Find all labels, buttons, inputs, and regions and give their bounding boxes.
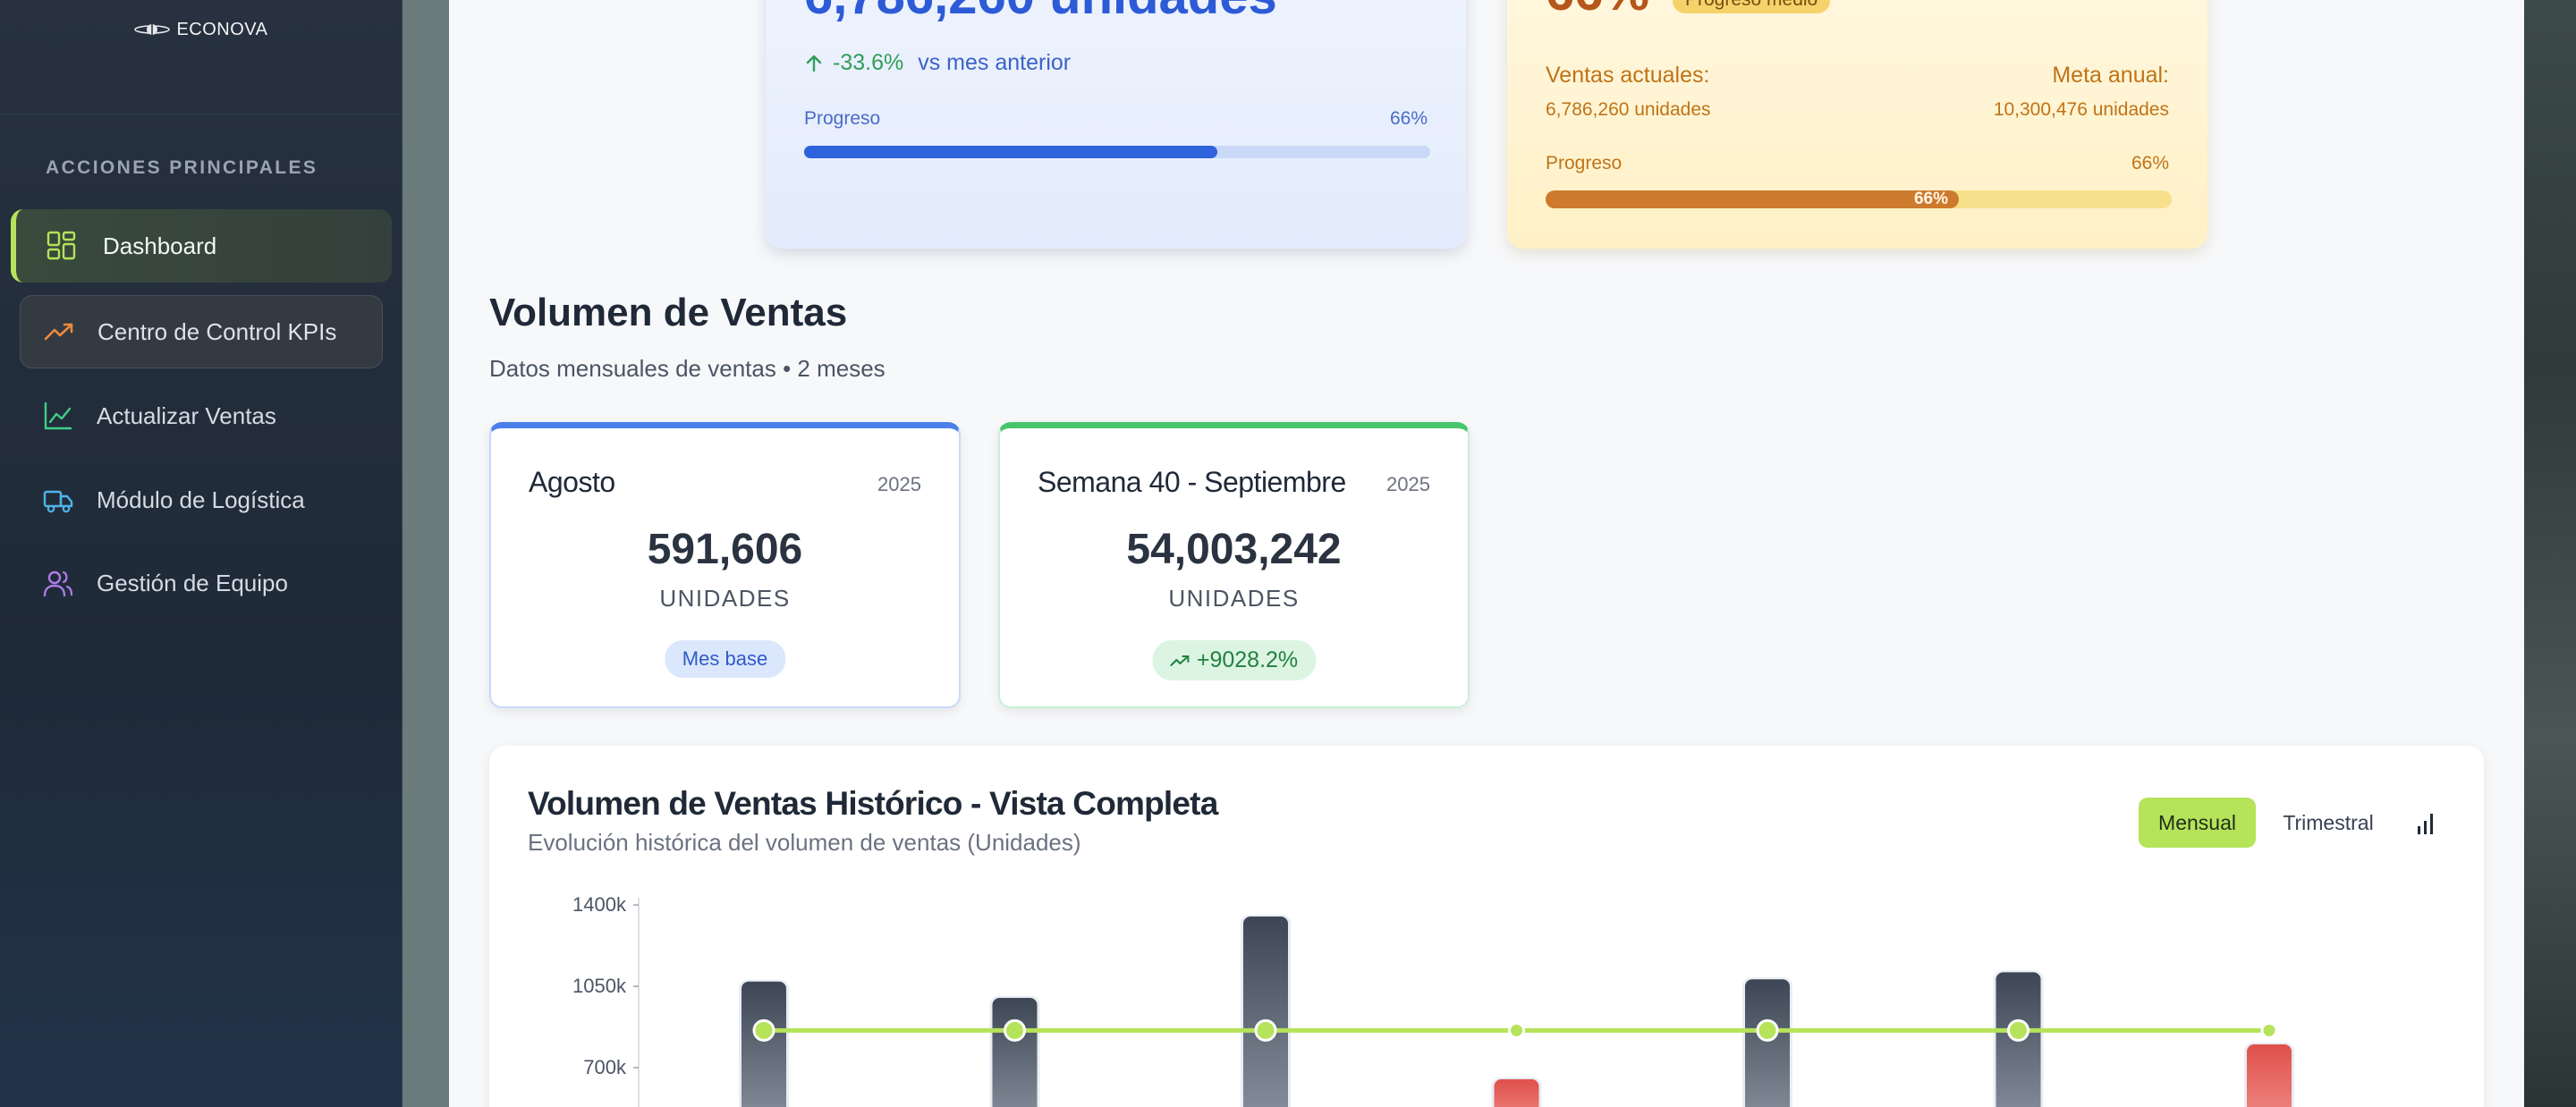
trending-up-icon [1169, 655, 1189, 666]
dashboard-grid-icon [47, 231, 76, 260]
target-line-point [1004, 1018, 1026, 1042]
chart-bar [1243, 917, 1288, 1107]
sales-progress-track [804, 146, 1430, 158]
section-subtitle: Datos mensuales de ventas • 2 meses [489, 355, 886, 382]
truck-icon [43, 490, 73, 513]
goal-current-value: 6,786,260 unidades [1546, 99, 1711, 120]
logo-text: ECONOVA [176, 19, 268, 39]
logo-area: ECONOVA [0, 0, 402, 114]
month-card-growth-badge: +9028.2% [1151, 640, 1317, 680]
sidebar-item-equipo[interactable]: Gestión de Equipo [20, 546, 383, 620]
chart-bar [1494, 1079, 1539, 1107]
month-card-unit: UNIDADES [659, 585, 791, 612]
month-card-year: 2025 [877, 473, 921, 495]
target-line-point [2007, 1018, 2029, 1042]
econova-logo[interactable]: ECONOVA [133, 18, 267, 41]
goal-current-label: Ventas actuales: [1546, 63, 1710, 88]
chart-bar [2247, 1044, 2292, 1107]
trending-up-icon [44, 323, 73, 341]
goal-target-label: Meta anual: [2052, 63, 2169, 88]
sales-volume-chart: 1400k 1050k 700k [572, 893, 2294, 1107]
sidebar-item-actualizar-ventas[interactable]: Actualizar Ventas [20, 379, 383, 452]
sales-total-value: 6,786,260 unidades [804, 0, 1277, 26]
target-line-point [1756, 1018, 1779, 1042]
sales-summary-card: 6,786,260 unidades -33.6% vs mes anterio… [766, 0, 1466, 249]
target-line-point [1508, 1021, 1525, 1039]
sidebar-item-label: Dashboard [103, 232, 217, 259]
month-card-unit: UNIDADES [1168, 585, 1300, 612]
chart-bar [741, 981, 786, 1107]
target-line-point [752, 1018, 775, 1042]
goal-progress-fill: 66% [1546, 190, 1959, 208]
sales-progress-label: Progreso [804, 108, 881, 129]
goal-progress-bar-text: 66% [1913, 190, 1948, 208]
sidebar-section-title: ACCIONES PRINCIPALES [46, 157, 318, 178]
goal-progress-value: 66% [2131, 153, 2169, 173]
econova-logo-icon [134, 21, 171, 38]
chart-bar [992, 998, 1038, 1107]
historic-chart-card: Volumen de Ventas Histórico - Vista Comp… [489, 746, 2484, 1107]
sidebar-item-label: Actualizar Ventas [97, 401, 276, 429]
goal-target-value: 10,300,476 unidades [1993, 99, 2169, 120]
month-card-value: 54,003,242 [1126, 526, 1342, 573]
goal-status-badge: Progreso medio [1673, 0, 1831, 13]
sales-progress-fill [804, 146, 1217, 158]
goal-progress-label: Progreso [1546, 153, 1623, 173]
sidebar-item-logistica[interactable]: Módulo de Logística [20, 463, 383, 537]
month-card-badge: Mes base [664, 640, 786, 678]
y-tick-label: 700k [583, 1056, 627, 1078]
month-card-growth-value: +9028.2% [1196, 647, 1299, 672]
month-card-value: 591,606 [647, 526, 803, 573]
sidebar-item-kpis[interactable]: Centro de Control KPIs [20, 295, 383, 368]
sidebar-item-label: Centro de Control KPIs [97, 317, 337, 345]
month-card-title: Agosto [529, 466, 615, 498]
chart-bar [1745, 979, 1790, 1107]
month-card-agosto[interactable]: Agosto 2025 591,606 UNIDADES Mes base [489, 422, 961, 708]
target-line-point [2260, 1021, 2278, 1039]
sidebar: ECONOVA ACCIONES PRINCIPALES Dashboard C… [0, 0, 402, 1107]
users-icon [43, 570, 73, 597]
sidebar-item-label: Módulo de Logística [97, 486, 305, 513]
sidebar-item-label: Gestión de Equipo [97, 569, 288, 596]
month-card-year: 2025 [1386, 473, 1430, 495]
annual-goal-card: 66% Progreso medio Ventas actuales: Meta… [1507, 0, 2207, 249]
target-line-point [1254, 1018, 1277, 1042]
sales-delta-value: -33.6% [833, 50, 904, 75]
sales-progress-value: 66% [1389, 108, 1428, 129]
goal-progress-track: 66% [1546, 190, 2172, 208]
desktop-background-strip [2524, 0, 2576, 1107]
goal-percent: 66% [1546, 0, 1649, 22]
section-title: Volumen de Ventas [489, 291, 848, 334]
month-card-title: Semana 40 - Septiembre [1038, 466, 1346, 498]
y-tick-label: 1400k [572, 893, 627, 916]
line-chart-icon [44, 401, 72, 430]
sales-delta-row: -33.6% vs mes anterior [804, 50, 1071, 76]
arrow-up-icon [806, 55, 822, 72]
month-card-semana-40[interactable]: Semana 40 - Septiembre 2025 54,003,242 U… [998, 422, 1470, 708]
y-tick-label: 1050k [572, 975, 627, 997]
sidebar-item-dashboard[interactable]: Dashboard [11, 209, 392, 283]
sales-delta-note: vs mes anterior [918, 50, 1072, 75]
